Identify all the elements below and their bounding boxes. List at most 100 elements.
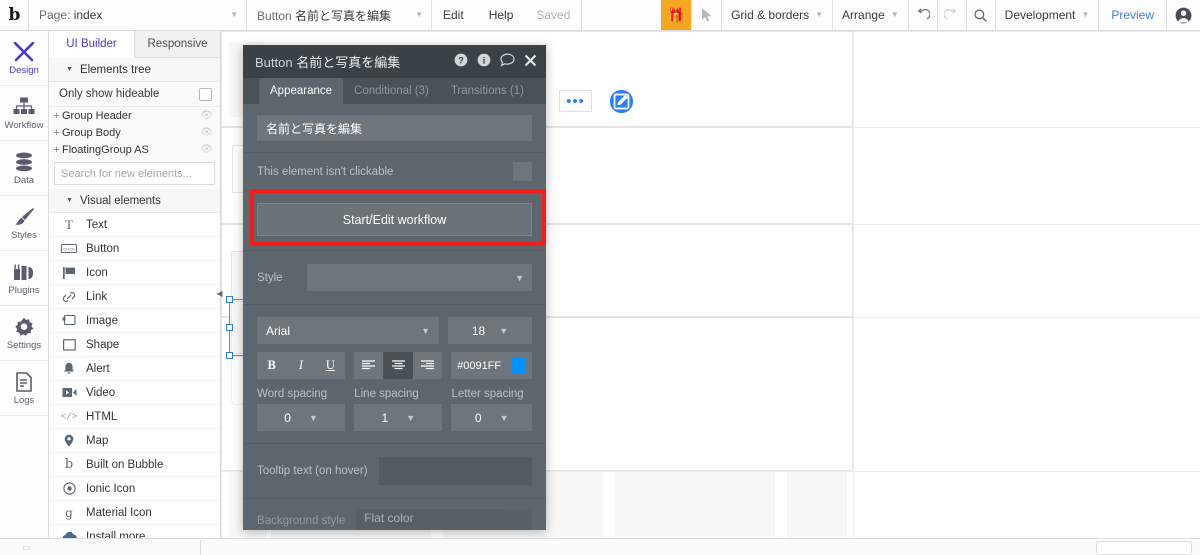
info-circle-icon[interactable]: i: [477, 53, 491, 70]
tree-item-group-body[interactable]: + Group Body 👁: [49, 124, 220, 141]
search-icon[interactable]: [965, 0, 995, 30]
element-item-map[interactable]: Map: [49, 429, 220, 453]
not-clickable-row[interactable]: This element isn't clickable: [257, 162, 532, 181]
sidebar-item-design[interactable]: Design: [0, 31, 48, 86]
font-color-swatch[interactable]: [511, 358, 526, 373]
spacing-values-row: 0 ▼ 1 ▼ 0 ▼: [257, 404, 532, 431]
canvas-dots-button[interactable]: •••: [559, 90, 592, 112]
element-item-icon[interactable]: Icon: [49, 261, 220, 285]
resize-handle-nw[interactable]: [226, 296, 233, 303]
resize-handle-sw[interactable]: [226, 352, 233, 359]
only-show-hideable-row[interactable]: Only show hideable: [49, 82, 220, 107]
arrange-menu[interactable]: Arrange ▼: [832, 0, 908, 30]
background-style-row: Background style Flat color: [257, 509, 532, 530]
only-show-hideable-checkbox[interactable]: [199, 87, 212, 101]
tab-conditional[interactable]: Conditional (3): [343, 78, 440, 104]
align-center-icon[interactable]: [383, 352, 413, 379]
element-item-image[interactable]: Image: [49, 309, 220, 333]
element-item-video[interactable]: Video: [49, 381, 220, 405]
comment-icon[interactable]: [500, 53, 515, 70]
expand-plus-icon[interactable]: +: [51, 127, 62, 139]
tab-transitions[interactable]: Transitions (1): [440, 78, 535, 104]
element-item-material-icon[interactable]: g Material Icon: [49, 501, 220, 525]
redo-icon[interactable]: [936, 0, 966, 30]
sidebar-item-workflow[interactable]: Workflow: [0, 86, 48, 141]
font-family-select[interactable]: Arial ▼: [257, 317, 439, 344]
format-row: B I U #0091FF: [257, 352, 532, 379]
italic-button[interactable]: I: [286, 352, 315, 379]
dialog-header[interactable]: Button 名前と写真を編集 ? i: [243, 45, 546, 78]
grid-borders-menu[interactable]: Grid & borders ▼: [721, 0, 832, 30]
user-avatar-icon[interactable]: [1166, 0, 1200, 30]
version-selector[interactable]: Development ▼: [994, 0, 1099, 30]
sidebar-item-plugins[interactable]: Plugins: [0, 251, 48, 306]
align-right-icon[interactable]: [413, 352, 442, 379]
line-spacing-stepper[interactable]: 1 ▼: [354, 404, 443, 431]
sidebar-label-workflow: Workflow: [4, 119, 44, 131]
element-label: Install more...: [86, 530, 156, 539]
help-menu[interactable]: Help: [475, 0, 525, 30]
undo-icon[interactable]: [907, 0, 937, 30]
tab-ui-builder[interactable]: UI Builder: [49, 31, 135, 58]
element-item-link[interactable]: Link: [49, 285, 220, 309]
gift-icon[interactable]: 🎁: [661, 0, 692, 30]
start-edit-workflow-button[interactable]: Start/Edit workflow: [257, 203, 532, 236]
tooltip-input[interactable]: [378, 457, 532, 485]
eye-icon[interactable]: 👁: [200, 144, 213, 155]
tree-item-group-header[interactable]: + Group Header 👁: [49, 107, 220, 124]
expand-plus-icon[interactable]: +: [51, 144, 62, 156]
sidebar-item-styles[interactable]: Styles: [0, 196, 48, 251]
not-clickable-checkbox[interactable]: [513, 162, 532, 181]
elements-tree-header[interactable]: ▼ Elements tree: [49, 58, 220, 82]
font-size-select[interactable]: 18 ▼: [448, 317, 532, 344]
not-clickable-label: This element isn't clickable: [257, 165, 394, 178]
sidebar-item-data[interactable]: Data: [0, 141, 48, 196]
word-spacing-label: Word spacing: [257, 388, 328, 400]
preview-button[interactable]: Preview: [1098, 0, 1166, 30]
collapse-left-icon[interactable]: ◀: [215, 285, 224, 301]
font-color-field[interactable]: #0091FF: [451, 352, 532, 379]
element-item-shape[interactable]: Shape: [49, 333, 220, 357]
tree-item-floatinggroup-as[interactable]: + FloatingGroup AS 👁: [49, 141, 220, 158]
eye-icon[interactable]: 👁: [200, 110, 213, 121]
visual-elements-header[interactable]: ▼ Visual elements: [49, 189, 220, 213]
background-style-select[interactable]: Flat color: [356, 509, 532, 530]
element-label: Image: [86, 314, 118, 327]
element-item-html[interactable]: </> HTML: [49, 405, 220, 429]
button-text-input[interactable]: 名前と写真を編集: [257, 115, 532, 141]
underline-button[interactable]: U: [316, 352, 345, 379]
sidebar-item-settings[interactable]: Settings: [0, 306, 48, 361]
cursor-arrow-icon[interactable]: [691, 0, 721, 30]
letter-spacing-stepper[interactable]: 0 ▼: [451, 404, 532, 431]
align-left-icon[interactable]: [354, 352, 383, 379]
resize-handle-w[interactable]: [226, 324, 233, 331]
style-select[interactable]: ▼: [307, 264, 532, 291]
background-style-value: Flat color: [364, 511, 414, 525]
word-spacing-stepper[interactable]: 0 ▼: [257, 404, 346, 431]
tab-appearance[interactable]: Appearance: [259, 78, 344, 104]
font-family-value: Arial: [266, 323, 291, 338]
property-editor-dialog[interactable]: Button 名前と写真を編集 ? i Appearance Condition…: [243, 45, 546, 530]
search-new-elements[interactable]: Search for new elements...: [54, 162, 215, 185]
status-bar-chip[interactable]: [1096, 541, 1192, 555]
bubble-logo-icon[interactable]: b: [0, 0, 28, 30]
element-label: Map: [86, 434, 109, 447]
close-icon[interactable]: [524, 54, 537, 70]
element-item-button[interactable]: CLICK Button: [49, 237, 220, 261]
element-item-built-on-bubble[interactable]: b Built on Bubble: [49, 453, 220, 477]
compose-icon[interactable]: [607, 87, 635, 115]
bold-button[interactable]: B: [257, 352, 286, 379]
eye-icon[interactable]: 👁: [200, 127, 213, 138]
element-item-install-more[interactable]: Install more...: [49, 525, 220, 538]
status-bar-divider: [200, 540, 201, 555]
element-item-alert[interactable]: Alert: [49, 357, 220, 381]
element-item-text[interactable]: T Text: [49, 213, 220, 237]
help-circle-icon[interactable]: ?: [454, 53, 468, 70]
element-item-ionic-icon[interactable]: Ionic Icon: [49, 477, 220, 501]
expand-plus-icon[interactable]: +: [51, 110, 62, 122]
tab-responsive[interactable]: Responsive: [135, 31, 220, 57]
edit-menu[interactable]: Edit: [431, 0, 475, 30]
page-selector[interactable]: Page: index ▼: [28, 0, 246, 30]
element-selector[interactable]: Button 名前と写真を編集 ▼: [246, 0, 431, 30]
sidebar-item-logs[interactable]: Logs: [0, 361, 48, 416]
